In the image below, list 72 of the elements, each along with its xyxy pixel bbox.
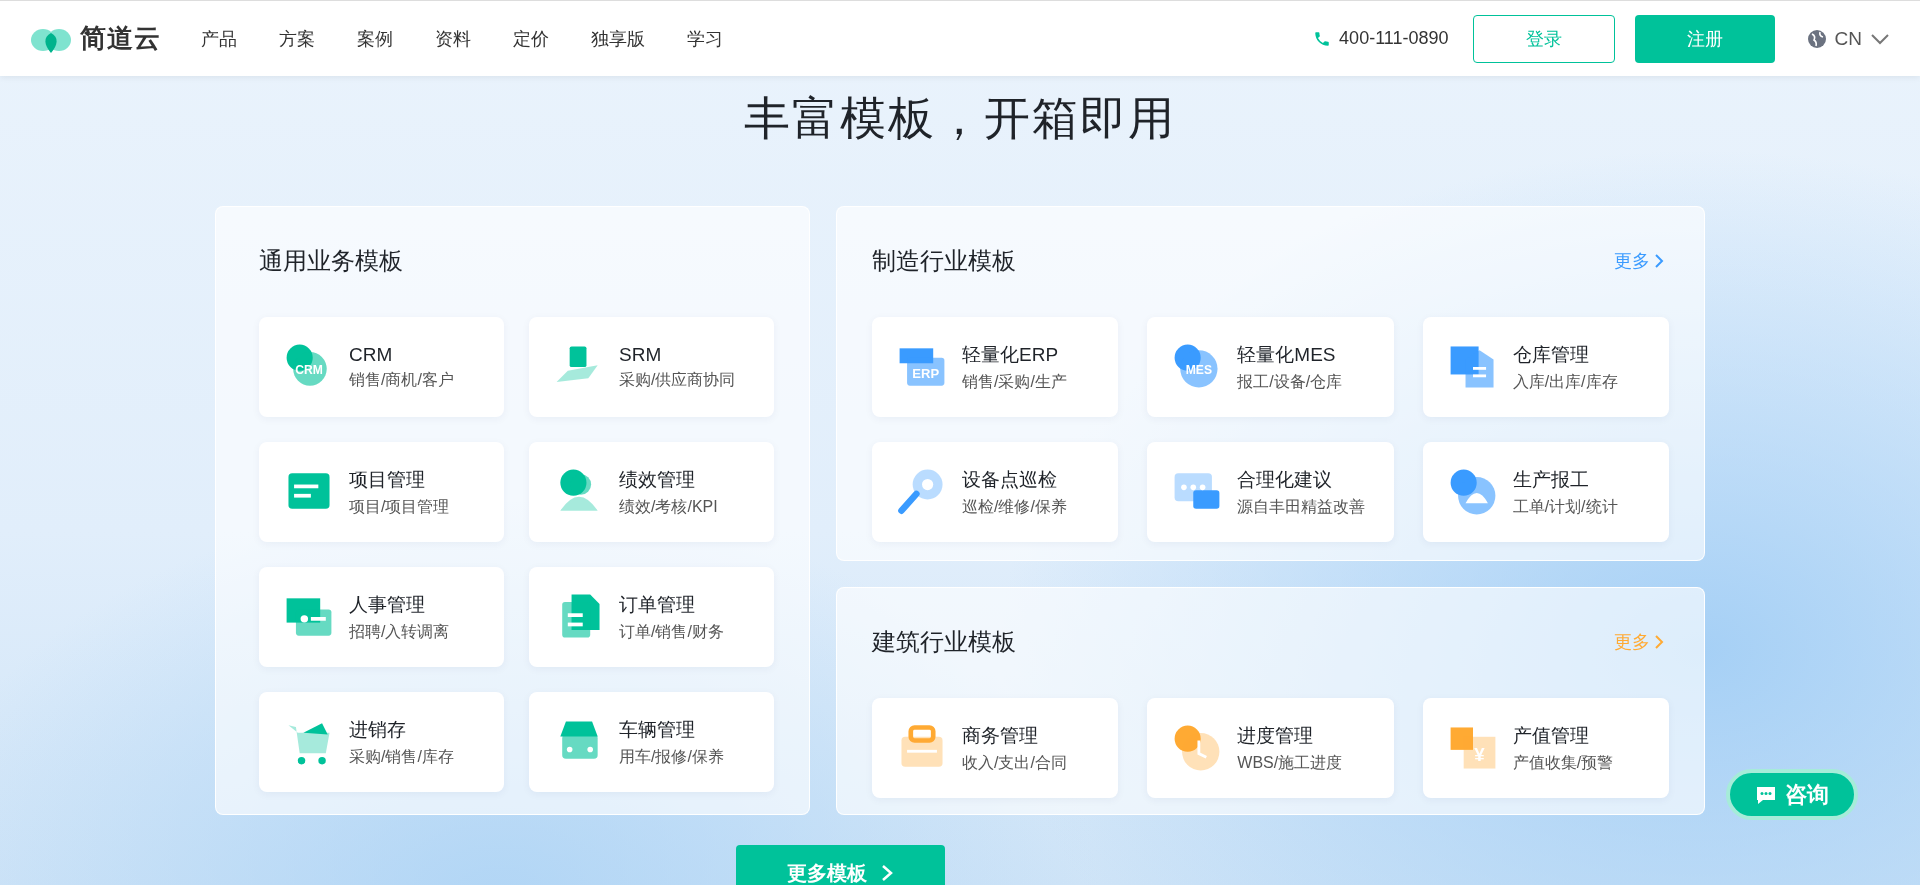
template-name: 产值管理 [1512, 723, 1590, 748]
template-name: 仓库管理 [1512, 342, 1590, 367]
chevron-right-icon [1654, 635, 1664, 649]
template-card[interactable]: SRM 采购/供应商协同 [529, 317, 774, 417]
nav-link[interactable]: 资料 [435, 26, 471, 51]
template-description: 绩效/考核/KPI [619, 496, 718, 517]
template-name: 商务管理 [962, 723, 1039, 748]
template-description: 销售/商机/客户 [349, 369, 454, 390]
page-heading: 丰富模板，开箱即用 [743, 91, 1177, 146]
nav-link[interactable]: 定价 [513, 26, 549, 51]
template-card[interactable]: ¥ 产值管理 产值收集/预警 [1422, 698, 1669, 798]
template-card[interactable]: ERP 轻量化ERP 销售/采购/生产 [872, 317, 1119, 417]
template-name: 订单管理 [619, 592, 696, 617]
template-card[interactable]: 人事管理 招聘/入转调离 [259, 567, 504, 667]
nav-link[interactable]: 产品 [201, 26, 237, 51]
template-description: 工单/计划/统计 [1512, 496, 1618, 517]
template-card[interactable]: CRM CRM 销售/商机/客户 [259, 317, 504, 417]
template-name: 绩效管理 [619, 467, 696, 492]
template-card[interactable]: 绩效管理 绩效/考核/KPI [529, 442, 774, 542]
template-name: 车辆管理 [619, 717, 696, 742]
template-name: 生产报工 [1512, 467, 1590, 492]
logo-text[interactable]: 简道云 [80, 21, 161, 56]
template-name: 合理化建议 [1237, 467, 1334, 492]
template-card[interactable]: 订单管理 订单/销售/财务 [529, 567, 774, 667]
template-description: 收入/支出/合同 [962, 752, 1067, 773]
phone-icon [1313, 29, 1332, 48]
template-card[interactable]: MES 轻量化MES 报工/设备/仓库 [1147, 317, 1394, 417]
template-name: 进度管理 [1237, 723, 1315, 748]
template-name: 设备点巡检 [962, 467, 1058, 492]
template-name: SRM [619, 343, 663, 366]
template-description: WBS/施工进度 [1237, 752, 1343, 773]
phone-number: 400-111-0890 [1339, 28, 1449, 49]
template-card[interactable]: 车辆管理 用车/报修/保养 [529, 692, 774, 792]
template-name: 项目管理 [349, 467, 426, 492]
template-description: 入库/出库/库存 [1512, 371, 1618, 392]
language-selector[interactable]: CN [1834, 27, 1862, 50]
template-description: 招聘/入转调离 [349, 621, 450, 642]
panel-title: 建筑行业模板 [872, 627, 1016, 657]
chevron-right-icon [1654, 254, 1664, 268]
template-card[interactable]: 商务管理 收入/支出/合同 [872, 698, 1119, 798]
chat-icon [1755, 784, 1777, 805]
template-card[interactable]: 仓库管理 入库/出库/库存 [1422, 317, 1669, 417]
template-description: 采购/销售/库存 [349, 746, 454, 767]
template-name: 轻量化ERP [962, 342, 1060, 367]
template-description: 采购/供应商协同 [619, 369, 736, 390]
template-description: 巡检/维修/保养 [962, 496, 1067, 517]
panel-title: 通用业务模板 [259, 246, 403, 276]
nav-link[interactable]: 方案 [279, 26, 315, 51]
nav-link[interactable]: 独享版 [591, 26, 645, 51]
template-description: 源自丰田精益改善 [1237, 496, 1366, 517]
template-description: 报工/设备/仓库 [1237, 371, 1343, 392]
nav-link[interactable]: 学习 [687, 26, 723, 51]
template-card[interactable]: 合理化建议 源自丰田精益改善 [1147, 442, 1394, 542]
chevron-down-icon[interactable] [1870, 32, 1890, 45]
template-description: 销售/采购/生产 [962, 371, 1067, 392]
globe-icon[interactable] [1806, 28, 1827, 49]
template-name: CRM [349, 343, 394, 366]
template-card[interactable]: 设备点巡检 巡检/维修/保养 [872, 442, 1119, 542]
panel-title: 制造行业模板 [872, 246, 1016, 276]
template-name: 轻量化MES [1237, 342, 1337, 367]
template-description: 产值收集/预警 [1512, 752, 1614, 773]
template-card[interactable]: 进度管理 WBS/施工进度 [1147, 698, 1394, 798]
template-description: 订单/销售/财务 [619, 621, 724, 642]
template-description: 项目/项目管理 [349, 496, 450, 517]
chevron-right-icon [881, 864, 893, 882]
template-card[interactable]: 项目管理 项目/项目管理 [259, 442, 504, 542]
template-card[interactable]: 生产报工 工单/计划/统计 [1422, 442, 1669, 542]
nav-link[interactable]: 案例 [357, 26, 393, 51]
template-card[interactable]: 进销存 采购/销售/库存 [259, 692, 504, 792]
template-name: 人事管理 [349, 592, 426, 617]
template-name: 进销存 [349, 717, 407, 742]
template-description: 用车/报修/保养 [619, 746, 724, 767]
